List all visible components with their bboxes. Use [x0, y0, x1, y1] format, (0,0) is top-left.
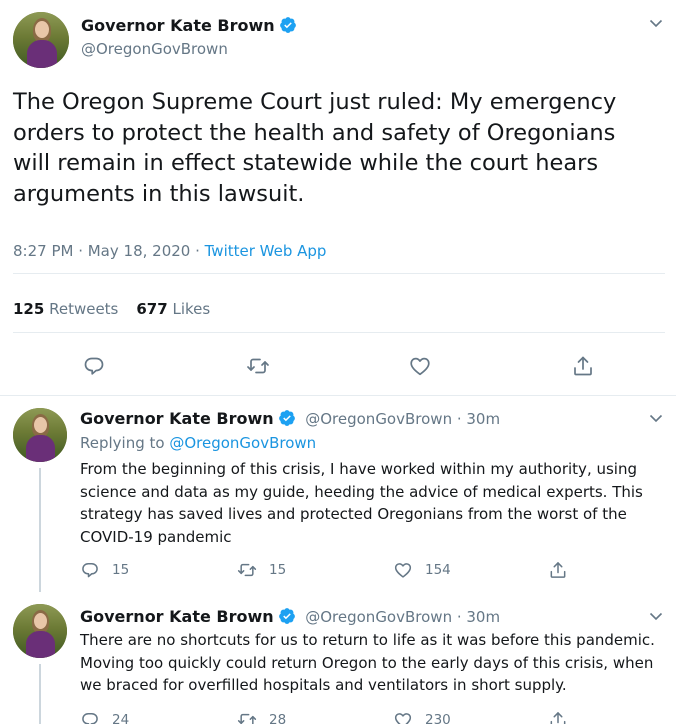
author-name[interactable]: Governor Kate Brown @OregonGovBrown · 30… [80, 409, 500, 428]
chevron-down-icon[interactable] [648, 410, 664, 426]
avatar[interactable] [13, 12, 69, 68]
reply-icon [82, 713, 98, 724]
likes-count: 677 [136, 300, 168, 318]
replying-to-mention[interactable]: @OregonGovBrown [169, 434, 316, 452]
retweets-count: 125 [13, 300, 45, 318]
like-action[interactable]: 230 [393, 710, 451, 724]
reply-action[interactable]: 24 [80, 710, 129, 724]
retweet-action[interactable]: 15 [237, 560, 286, 580]
reply-text: There are no shortcuts for us to return … [80, 631, 655, 694]
retweets-stat[interactable]: 125 Retweets [13, 300, 118, 318]
share-action[interactable] [548, 710, 580, 724]
retweet-icon[interactable] [246, 354, 270, 378]
like-icon [394, 713, 412, 724]
author-name-text: Governor Kate Brown [81, 16, 275, 35]
author-handle-time: @OregonGovBrown · 30m [305, 410, 501, 428]
chevron-down-icon[interactable] [648, 15, 664, 31]
retweet-count: 15 [269, 562, 287, 578]
tweet-time[interactable]: 8:27 PM · May 18, 2020 · [13, 242, 205, 260]
like-icon[interactable] [408, 354, 432, 378]
thread-line [39, 664, 41, 724]
author-name-text: Governor Kate Brown [80, 607, 274, 626]
like-action[interactable]: 154 [393, 560, 451, 580]
retweet-count: 28 [269, 712, 287, 724]
author-handle[interactable]: @OregonGovBrown [81, 40, 228, 58]
author-handle-time: @OregonGovBrown · 30m [305, 608, 501, 626]
share-icon [550, 712, 566, 724]
author-name[interactable]: Governor Kate Brown @OregonGovBrown · 30… [80, 607, 500, 626]
reply-count: 24 [112, 712, 130, 724]
divider [13, 273, 665, 274]
reply-action[interactable]: 15 [80, 560, 129, 580]
verified-badge-icon [278, 608, 295, 624]
reply-tweet[interactable]: Governor Kate Brown @OregonGovBrown · 30… [0, 592, 676, 724]
retweet-action[interactable]: 28 [237, 710, 286, 724]
replying-to-label: Replying to [80, 434, 170, 452]
main-tweet: Governor Kate Brown @OregonGovBrown The … [0, 0, 676, 396]
like-icon [394, 563, 412, 578]
tweet-text: The Oregon Supreme Court just ruled: My … [13, 89, 617, 207]
divider [13, 332, 665, 333]
author-name[interactable]: Governor Kate Brown [81, 16, 297, 35]
reply-tweet[interactable]: Governor Kate Brown @OregonGovBrown · 30… [0, 396, 676, 592]
tweet-source[interactable]: Twitter Web App [205, 242, 327, 260]
avatar[interactable] [13, 408, 67, 462]
reply-icon [82, 563, 98, 578]
likes-stat[interactable]: 677 Likes [136, 300, 210, 318]
like-count: 230 [425, 712, 451, 724]
tweet-stats: 125 Retweets 677 Likes [13, 300, 210, 318]
tweet-meta: 8:27 PM · May 18, 2020 · Twitter Web App [13, 242, 326, 260]
reply-count: 15 [112, 562, 130, 578]
likes-label: Likes [172, 300, 211, 318]
verified-badge-icon [278, 410, 295, 426]
retweet-icon [237, 563, 257, 577]
share-action[interactable] [548, 560, 580, 580]
replying-to: Replying to @OregonGovBrown [80, 434, 316, 452]
share-icon[interactable] [571, 354, 595, 378]
thread-line [39, 468, 41, 592]
chevron-down-icon[interactable] [648, 608, 664, 624]
verified-badge-icon [279, 17, 296, 33]
reply-icon[interactable] [82, 354, 106, 378]
retweets-label: Retweets [49, 300, 119, 318]
retweet-icon [237, 713, 257, 724]
avatar[interactable] [13, 604, 67, 658]
like-count: 154 [425, 562, 451, 578]
share-icon [550, 562, 566, 578]
reply-text: From the beginning of this crisis, I hav… [80, 460, 643, 546]
author-name-text: Governor Kate Brown [80, 409, 274, 428]
